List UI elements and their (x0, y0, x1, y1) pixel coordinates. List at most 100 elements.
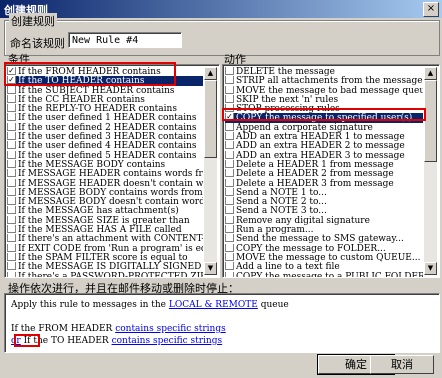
condition-item[interactable]: If MESSAGE HEADER contains words from fi… (7, 169, 203, 179)
checkbox[interactable] (7, 132, 16, 141)
action-item[interactable]: Send a NOTE 1 to... (225, 187, 423, 197)
action-item[interactable]: Send the message to SMS gateway... (225, 234, 423, 244)
checkbox[interactable] (7, 85, 16, 94)
action-item[interactable]: Append a corporate signature (225, 122, 423, 132)
scroll-up-icon[interactable]: ▲ (424, 67, 437, 80)
condition-item[interactable]: If there's an attachment with CONTENT-TY… (7, 234, 203, 244)
checkbox[interactable] (225, 94, 234, 103)
action-item[interactable]: ADD an extra HEADER 1 to message (225, 132, 423, 141)
action-item[interactable]: COPY the message to a PUBLIC FOLDER... (225, 271, 423, 277)
actions-list[interactable]: DELETE the message STRIP all attachments … (222, 64, 440, 278)
condition-item[interactable]: If the REPLY-TO HEADER contains (7, 104, 203, 113)
checkbox[interactable] (225, 197, 234, 206)
action-item[interactable]: Delete a HEADER 2 from message (225, 169, 423, 179)
to-strings-link[interactable]: contains specific strings (112, 336, 223, 346)
action-item[interactable]: COPY the message to FOLDER... (225, 243, 423, 253)
action-item[interactable]: MOVE the message to bad message queue (225, 85, 423, 95)
checkbox[interactable] (7, 215, 16, 224)
condition-item[interactable]: If the user defined 1 HEADER contains (7, 113, 203, 123)
checkbox[interactable] (7, 141, 16, 150)
checkbox[interactable] (7, 262, 16, 271)
action-item[interactable]: Delete a HEADER 1 from message (225, 159, 423, 169)
condition-item[interactable]: If the SUBJECT HEADER contains (7, 85, 203, 95)
checkbox[interactable] (225, 234, 234, 243)
condition-item[interactable]: If EXIT CODE from 'Run a program' is equ… (7, 243, 203, 253)
checkbox[interactable] (225, 85, 234, 94)
checkbox[interactable] (225, 225, 234, 234)
action-item[interactable]: ADD an extra HEADER 3 to message (225, 150, 423, 160)
condition-item[interactable]: If MESSAGE BODY contains words from file… (7, 187, 203, 197)
checkbox[interactable] (225, 262, 234, 271)
action-item[interactable]: STRIP all attachments from the message (225, 76, 423, 86)
condition-item[interactable]: If MESSAGE BODY doesn't contain words fr… (7, 197, 203, 206)
queue-link[interactable]: LOCAL & REMOTE (169, 300, 258, 310)
checkbox[interactable] (225, 243, 234, 252)
checkbox[interactable] (7, 187, 16, 196)
condition-item[interactable]: If the user defined 3 HEADER contains (7, 132, 203, 141)
checkbox[interactable] (225, 215, 234, 224)
scroll-thumb[interactable] (424, 80, 437, 162)
checkbox[interactable] (7, 271, 16, 277)
condition-item[interactable]: If the user defined 2 HEADER contains (7, 122, 203, 132)
condition-item[interactable]: If MESSAGE HEADER doesn't contain words … (7, 178, 203, 188)
scroll-thumb[interactable] (204, 80, 217, 158)
checkbox[interactable] (225, 67, 234, 75)
checkbox[interactable] (225, 271, 234, 277)
checkbox[interactable] (7, 225, 16, 234)
checkbox[interactable] (7, 252, 16, 261)
action-item[interactable]: ADD an extra HEADER 2 to message (225, 141, 423, 151)
actions-scrollbar[interactable]: ▲ ▼ (424, 67, 437, 275)
checkbox[interactable] (7, 94, 16, 103)
checkbox[interactable] (225, 169, 234, 178)
checkbox[interactable] (7, 243, 16, 252)
checkbox[interactable] (225, 252, 234, 261)
condition-item[interactable]: If the MESSAGE BODY contains (7, 159, 203, 169)
checkbox[interactable] (225, 187, 234, 196)
action-item[interactable]: Send a NOTE 2 to... (225, 197, 423, 206)
action-item[interactable]: MOVE the message to custom QUEUE... (225, 252, 423, 262)
scroll-down-icon[interactable]: ▼ (424, 262, 437, 275)
checkbox[interactable] (7, 178, 16, 187)
action-item[interactable]: DELETE the message (225, 67, 423, 76)
condition-item[interactable]: If the MESSAGE SIZE is greater than (7, 215, 203, 225)
checkbox[interactable] (225, 76, 234, 85)
checkbox[interactable] (7, 104, 16, 113)
conditions-list[interactable]: ✓ If the FROM HEADER contains ✓ If the TO H… (4, 64, 220, 278)
checkbox[interactable] (7, 150, 16, 159)
checkbox[interactable] (7, 122, 16, 131)
action-item[interactable]: Add a line to a text file (225, 262, 423, 272)
checkbox[interactable] (225, 159, 234, 168)
scroll-down-icon[interactable]: ▼ (204, 262, 217, 275)
conditions-scrollbar[interactable]: ▲ ▼ (204, 67, 217, 275)
action-item[interactable]: Run a program... (225, 225, 423, 234)
action-item[interactable]: Remove any digital signature (225, 215, 423, 225)
scroll-up-icon[interactable]: ▲ (204, 67, 217, 80)
checkbox[interactable] (7, 197, 16, 206)
action-item[interactable]: SKIP the next 'n' rules (225, 94, 423, 104)
condition-item[interactable]: If the CC HEADER contains (7, 94, 203, 104)
rule-name-input[interactable]: New Rule #4 (68, 32, 182, 48)
condition-item[interactable]: If the MESSAGE has attachment(s) (7, 206, 203, 216)
condition-item[interactable]: If the MESSAGE IS DIGITALLY SIGNED (7, 262, 203, 272)
condition-item[interactable]: If the user defined 4 HEADER contains (7, 141, 203, 151)
checkbox[interactable] (225, 141, 234, 150)
condition-item[interactable]: If the user defined 5 HEADER contains (7, 150, 203, 160)
checkbox[interactable] (225, 132, 234, 141)
condition-item[interactable]: If there's a PASSWORD-PROTECTED ZIP file (7, 271, 203, 277)
condition-item[interactable]: If the SPAM FILTER score is equal to (7, 252, 203, 262)
checkbox[interactable] (7, 206, 16, 215)
checkbox[interactable] (7, 234, 16, 243)
action-item[interactable]: Send a NOTE 3 to... (225, 206, 423, 216)
checkbox[interactable] (225, 206, 234, 215)
checkbox[interactable] (7, 169, 16, 178)
action-item[interactable]: Delete a HEADER 3 from message (225, 178, 423, 188)
checkbox[interactable] (225, 178, 234, 187)
condition-item[interactable]: If the MESSAGE HAS A FILE called (7, 225, 203, 234)
cancel-button[interactable]: 取消 (370, 355, 434, 374)
close-icon[interactable]: × (423, 2, 439, 17)
checkbox[interactable] (7, 113, 16, 122)
checkbox[interactable] (225, 150, 234, 159)
from-strings-link[interactable]: contains specific strings (115, 324, 226, 334)
checkbox[interactable] (7, 159, 16, 168)
checkbox[interactable] (225, 122, 234, 131)
